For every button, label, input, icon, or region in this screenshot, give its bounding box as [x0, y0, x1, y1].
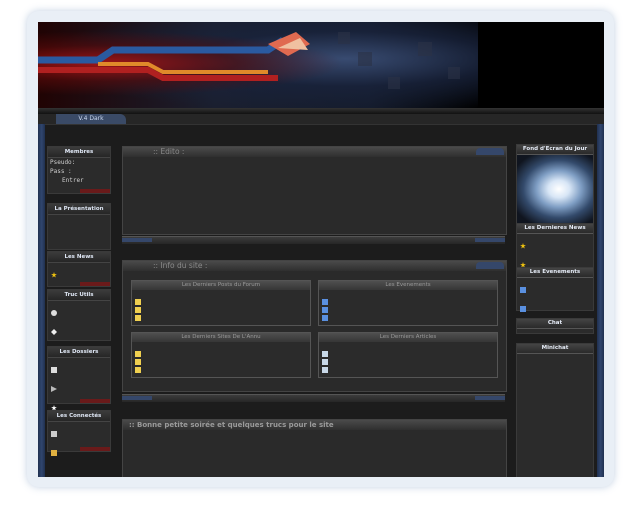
connectes-title[interactable]: Les Connectés	[48, 411, 110, 422]
articles-title: Les Derniers Articles	[319, 333, 497, 342]
minichat-block: Minichat	[516, 343, 594, 477]
calendar-icon[interactable]	[520, 306, 526, 312]
info-title: :: Info du site :	[123, 261, 506, 271]
document-icon[interactable]	[51, 367, 57, 373]
news-title[interactable]: Les News	[48, 252, 110, 263]
minichat-title[interactable]: Minichat	[517, 344, 593, 354]
annu-sites-title: Les Derniers Sites De L'Annu	[132, 333, 310, 342]
pseudo-label: Pseudo:	[50, 159, 76, 166]
trucs-block: Truc Utils	[47, 289, 111, 392]
annu-sites-box: Les Derniers Sites De L'Annu	[131, 332, 311, 378]
forum-posts-title: Les Derniers Posts du Forum	[132, 281, 310, 290]
info-title-text: :: Info du site :	[153, 261, 208, 270]
folder-icon[interactable]	[135, 315, 141, 321]
message-title: :: Bonne petite soirée et quelques trucs…	[123, 420, 506, 430]
info-separator	[122, 394, 505, 402]
edito-separator	[122, 236, 505, 244]
events-title: Les Evenements	[319, 281, 497, 290]
pass-label: Pass :	[50, 168, 72, 175]
articles-box: Les Derniers Articles	[318, 332, 498, 378]
wallpaper-title: Fond d'Ecran du Jour	[517, 145, 593, 155]
chat-title[interactable]: Chat	[517, 319, 593, 329]
membres-title: Membres	[48, 147, 110, 158]
disk-icon[interactable]	[51, 310, 57, 316]
presentation-block: La Présentation	[47, 203, 111, 250]
right-news-block: Les Dernieres News	[516, 223, 594, 306]
news-block: Les News	[47, 251, 111, 287]
left-stripe	[38, 124, 45, 477]
gear-icon[interactable]	[51, 329, 57, 335]
presentation-title[interactable]: La Présentation	[48, 204, 110, 215]
folder-icon[interactable]	[135, 367, 141, 373]
connectes-block: Les Connectés	[47, 410, 111, 456]
right-events-title: Les Evenements	[517, 268, 593, 278]
dossiers-title[interactable]: Les Dossiers	[48, 347, 110, 358]
banner	[38, 22, 604, 114]
banner-graphic	[38, 32, 460, 89]
chat-block: Chat	[516, 318, 594, 334]
forum-posts-box: Les Derniers Posts du Forum	[131, 280, 311, 326]
site: V.4 Dark Membres Pseudo: Pass : Entrer L…	[38, 22, 604, 477]
trucs-title[interactable]: Truc Utils	[48, 290, 110, 301]
membres-block: Membres Pseudo: Pass : Entrer	[47, 146, 111, 194]
calendar-icon[interactable]	[322, 315, 328, 321]
dossiers-block: Les Dossiers	[47, 346, 111, 411]
wallpaper-image[interactable]	[517, 155, 593, 223]
edito-title-text: :: Edito :	[153, 147, 185, 156]
version-label: V.4 Dark	[56, 114, 126, 124]
right-stripe	[597, 124, 604, 477]
enter-link[interactable]: Entrer	[48, 176, 110, 185]
membres-footer	[80, 189, 110, 193]
star-icon[interactable]	[51, 272, 57, 278]
star-icon[interactable]	[520, 243, 526, 249]
edito-tab-decoration	[476, 148, 504, 155]
message-panel: :: Bonne petite soirée et quelques trucs…	[122, 419, 507, 477]
connectes-footer	[80, 447, 110, 451]
info-tab-decoration	[476, 262, 504, 269]
calendar-icon[interactable]	[520, 287, 526, 293]
wallpaper-block: Fond d'Ecran du Jour	[516, 144, 594, 225]
events-box: Les Evenements	[318, 280, 498, 326]
right-events-block: Les Evenements	[516, 267, 594, 331]
arrow-icon[interactable]	[51, 386, 57, 392]
version-bar: V.4 Dark	[38, 114, 604, 125]
article-icon[interactable]	[322, 367, 328, 373]
key-icon	[51, 450, 57, 456]
user-icon	[51, 431, 57, 437]
news-footer	[80, 282, 110, 286]
dossiers-footer	[80, 399, 110, 403]
edito-panel: :: Edito :	[122, 146, 507, 235]
edito-title: :: Edito :	[123, 147, 506, 157]
right-news-title: Les Dernieres News	[517, 224, 593, 234]
